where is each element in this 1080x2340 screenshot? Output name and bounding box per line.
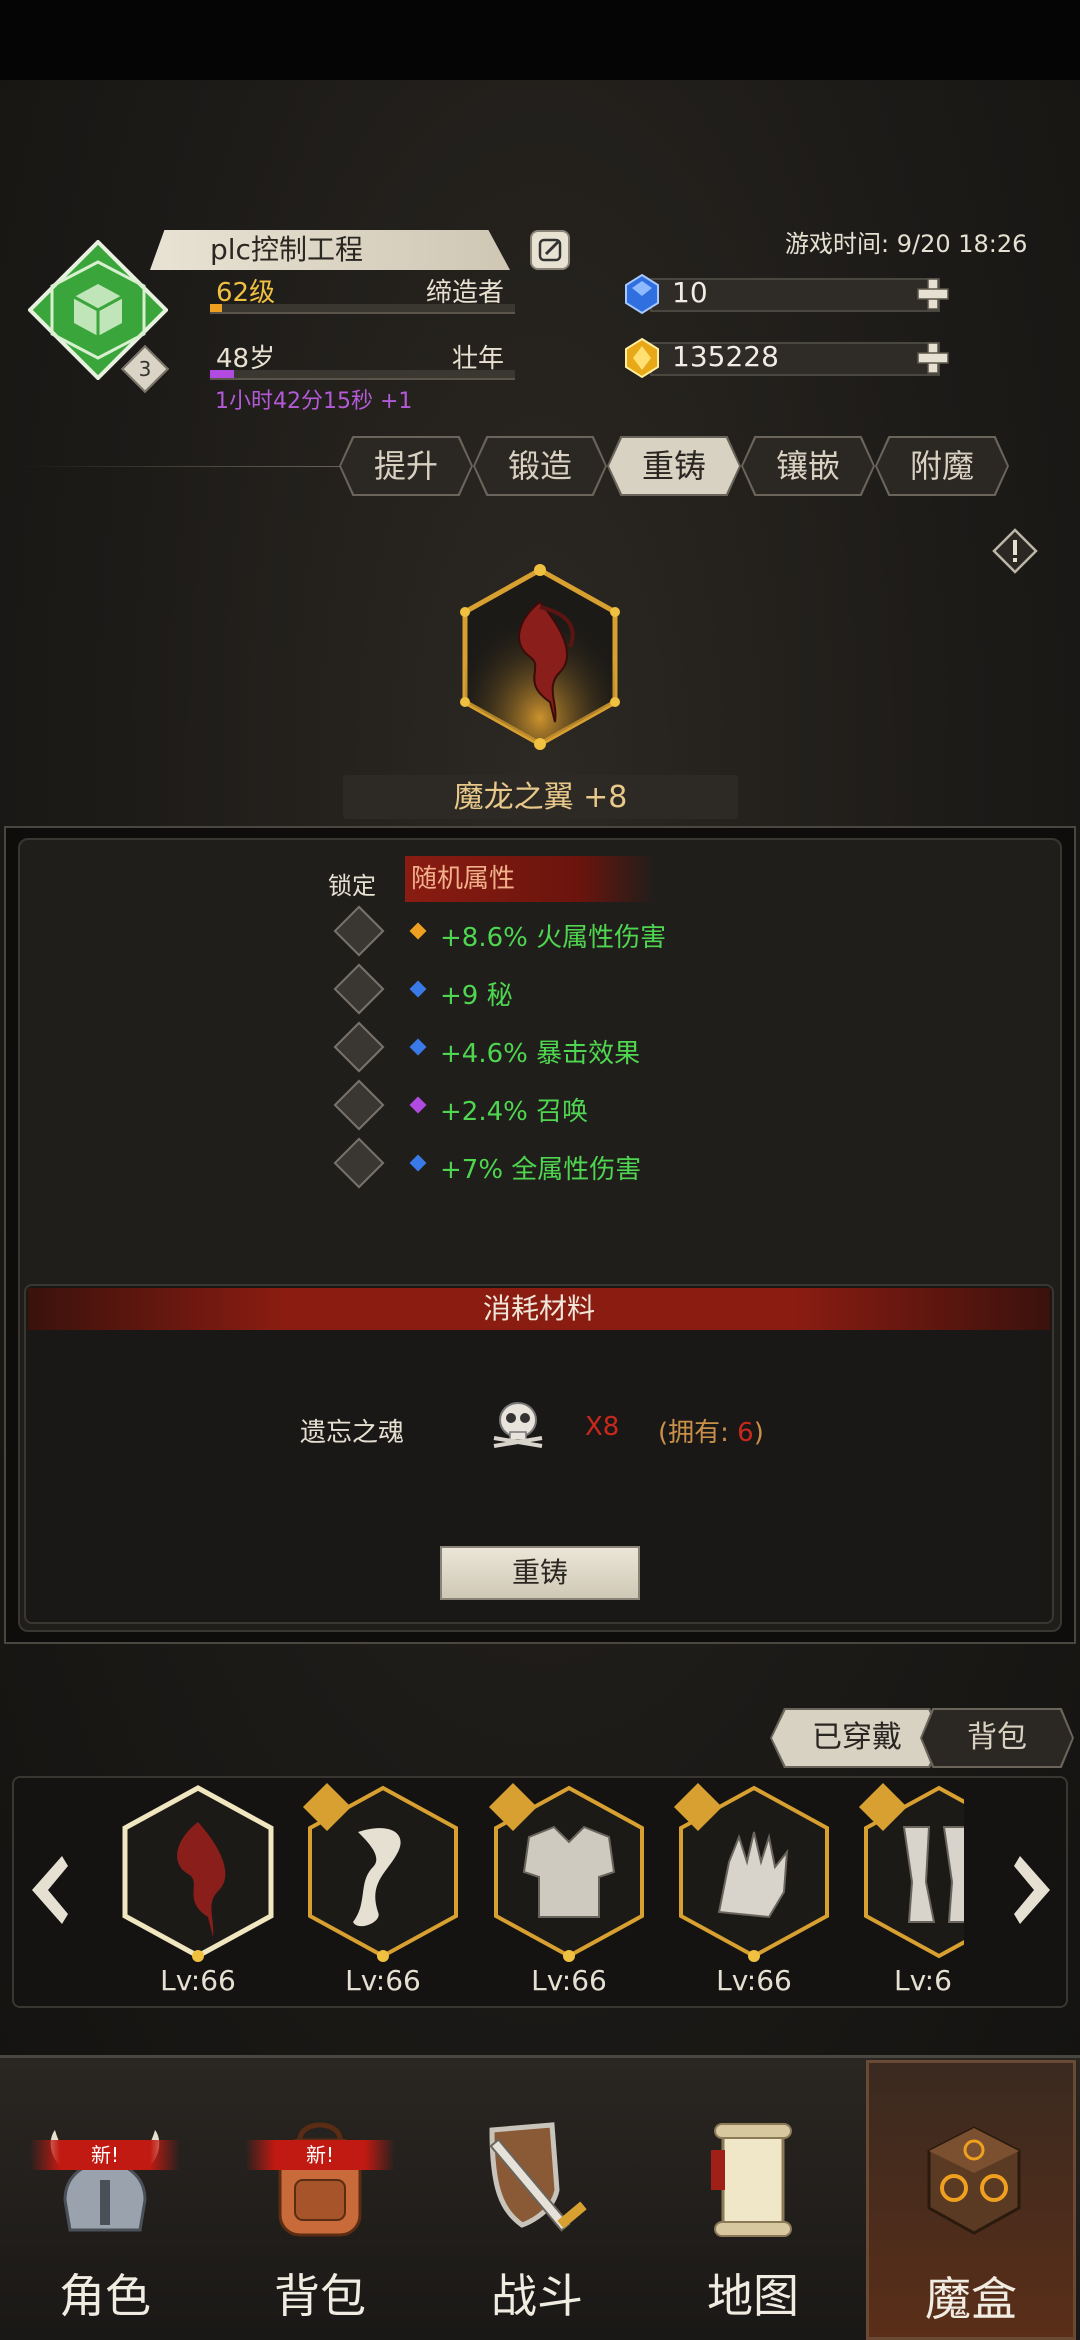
attribute-3: +4.6% 暴击效果 xyxy=(440,1039,641,1069)
equip-slot-1[interactable]: Lv:66 xyxy=(113,1782,283,1997)
equip-level: Lv:66 xyxy=(531,1964,607,1997)
equip-slot-3[interactable]: Lv:66 xyxy=(484,1782,654,1997)
random-attributes-header: 随机属性 xyxy=(405,856,655,902)
tab-enchant[interactable]: 附魔 xyxy=(877,438,1007,494)
chevron-left-icon[interactable] xyxy=(18,1850,78,1930)
attribute-4: +2.4% 召唤 xyxy=(440,1097,589,1127)
backpack-icon xyxy=(278,2122,362,2237)
gold-currency: 135228 xyxy=(620,336,950,380)
tab-upgrade[interactable]: 提升 xyxy=(341,438,471,494)
level-progress-bar xyxy=(210,304,515,314)
game-time: 游戏时间: 9/20 18:26 xyxy=(785,230,1028,258)
edit-name-button[interactable] xyxy=(530,230,570,270)
nav-label: 地图 xyxy=(707,2269,799,2323)
nav-character[interactable]: 新! 角色 xyxy=(0,2060,210,2340)
nav-backpack[interactable]: 新! 背包 xyxy=(215,2060,425,2340)
magic-box-icon xyxy=(927,2126,1021,2235)
nav-magic-box[interactable]: 魔盒 xyxy=(866,2060,1076,2340)
gauntlet-icon xyxy=(673,1782,829,1962)
attribute-5: +7% 全属性伤害 xyxy=(440,1155,642,1185)
add-gold-button[interactable] xyxy=(915,340,951,376)
new-badge: 新! xyxy=(245,2140,395,2170)
nav-label: 角色 xyxy=(59,2269,151,2323)
nav-battle[interactable]: 战斗 xyxy=(432,2060,642,2340)
tab-inlay[interactable]: 镶嵌 xyxy=(743,438,873,494)
dragon-wing-icon xyxy=(122,1785,274,1962)
nav-label: 背包 xyxy=(274,2269,366,2323)
level-progress-fill xyxy=(210,304,223,312)
equip-level: Lv:6 xyxy=(894,1964,952,1992)
material-name: 遗忘之魂 xyxy=(300,1418,405,1448)
add-diamond-button[interactable] xyxy=(915,276,951,312)
attribute-2: +9 秘 xyxy=(440,981,513,1011)
material-required-qty: X8 xyxy=(585,1412,620,1442)
nav-map[interactable]: 地图 xyxy=(648,2060,858,2340)
skull-icon xyxy=(493,1402,543,1448)
player-name: plc控制工程 xyxy=(150,230,510,270)
equip-level: Lv:66 xyxy=(716,1964,792,1997)
equip-slot-5[interactable]: Lv:6 xyxy=(854,1782,964,1992)
equip-slot-2[interactable]: Lv:66 xyxy=(298,1782,468,1997)
age-progress-bar xyxy=(210,370,515,380)
edit-icon xyxy=(538,238,562,262)
material-owned-count: 6 xyxy=(737,1418,754,1448)
age-rate: 1小时42分15秒 +1 xyxy=(215,389,413,414)
material-owned-suffix: ) xyxy=(753,1418,764,1448)
item-name: 魔龙之翼 +8 xyxy=(343,775,738,819)
equip-level: Lv:66 xyxy=(345,1964,421,1997)
tab-equipped[interactable]: 已穿戴 xyxy=(772,1710,942,1766)
status-bar-area xyxy=(0,0,1080,80)
new-badge: 新! xyxy=(30,2140,180,2170)
nav-label: 魔盒 xyxy=(925,2272,1017,2326)
age-progress-fill xyxy=(210,370,235,378)
materials-header: 消耗材料 xyxy=(28,1288,1050,1330)
scarf-icon xyxy=(302,1782,458,1962)
greaves-icon xyxy=(858,1782,964,1959)
helmet-icon xyxy=(50,2130,160,2232)
dragon-wing-item-icon xyxy=(460,564,620,750)
diamond-currency: 10 xyxy=(620,272,950,316)
tab-divider xyxy=(20,466,350,467)
equip-slot-4[interactable]: Lv:66 xyxy=(669,1782,839,1997)
blue-gem-icon xyxy=(625,273,659,315)
chevron-right-icon[interactable] xyxy=(1004,1850,1064,1930)
diamond-value: 10 xyxy=(672,276,708,309)
material-owned: (拥有: 6) xyxy=(658,1412,764,1449)
material-owned-prefix: (拥有: xyxy=(658,1418,738,1448)
tab-reforge[interactable]: 重铸 xyxy=(609,438,739,494)
gold-gem-icon xyxy=(625,337,659,379)
info-warning-icon[interactable] xyxy=(992,528,1038,574)
scroll-map-icon xyxy=(711,2123,792,2237)
sword-shield-icon xyxy=(489,2122,587,2232)
lock-label: 锁定 xyxy=(328,872,376,900)
tab-backpack[interactable]: 背包 xyxy=(922,1710,1072,1766)
reforge-button[interactable]: 重铸 xyxy=(440,1546,640,1600)
gold-value: 135228 xyxy=(672,340,779,373)
tab-forge[interactable]: 锻造 xyxy=(475,438,605,494)
nav-label: 战斗 xyxy=(491,2269,583,2323)
equip-level: Lv:66 xyxy=(160,1964,236,1997)
attribute-1: +8.6% 火属性伤害 xyxy=(440,923,667,953)
armor-icon xyxy=(488,1782,644,1962)
